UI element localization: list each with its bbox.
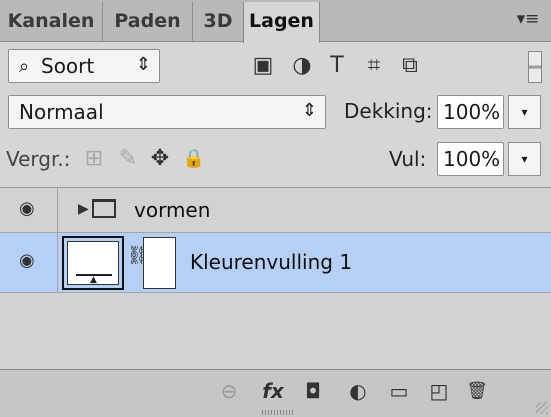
lock-all-icon[interactable]: 🔒 bbox=[180, 145, 208, 173]
filter-toggle-switch[interactable] bbox=[528, 51, 542, 83]
folder-icon bbox=[92, 199, 116, 218]
fill-thumbnail-icon: ▲ bbox=[67, 241, 119, 285]
layer-mask-thumbnail[interactable] bbox=[143, 237, 176, 289]
adjustment-filter-icon[interactable]: ◑ bbox=[287, 51, 317, 81]
lock-transparency-icon[interactable]: ⊞ bbox=[80, 145, 108, 173]
layer-row-fill[interactable]: ◉ ▲ ⛓ Kleurenvulling 1 bbox=[0, 233, 551, 293]
visibility-toggle[interactable]: ◉ bbox=[0, 233, 58, 292]
fx-icon[interactable]: fx bbox=[258, 377, 288, 405]
delete-icon[interactable]: 🗑 bbox=[462, 377, 492, 405]
layers-list: ◉ ▶ vormen ◉ ▲ ⛓ Kleurenvulling 1 bbox=[0, 187, 551, 369]
layer-name[interactable]: Kleurenvulling 1 bbox=[190, 250, 352, 274]
expand-triangle-icon[interactable]: ▶ bbox=[78, 201, 89, 217]
opacity-label: Dekking: bbox=[344, 99, 433, 123]
type-filter-icon[interactable]: T bbox=[322, 51, 352, 81]
eye-icon: ◉ bbox=[19, 198, 35, 219]
fill-value: 100% bbox=[443, 147, 501, 171]
new-group-icon[interactable]: ▭ bbox=[384, 377, 414, 405]
opacity-input[interactable]: 100% bbox=[437, 95, 504, 129]
fill-dropdown-button[interactable]: ▾ bbox=[508, 142, 541, 176]
layer-mask-icon[interactable]: ◘ bbox=[298, 377, 328, 405]
select-arrows-icon: ⇕ bbox=[135, 54, 151, 75]
panel-tab-bar: Kanalen Paden 3D Lagen ▾≡ bbox=[0, 0, 551, 43]
eye-icon: ◉ bbox=[19, 250, 35, 271]
opacity-dropdown-button[interactable]: ▾ bbox=[508, 95, 541, 129]
tab-paden[interactable]: Paden bbox=[103, 2, 193, 42]
layers-bottom-toolbar: ⊖ fx ◘ ◐ ▭ ◰ 🗑 bbox=[0, 369, 551, 417]
blend-mode-select[interactable]: Normaal ⇕ bbox=[8, 95, 326, 129]
filter-kind-label: Soort bbox=[41, 54, 95, 78]
lock-paint-icon[interactable]: ✎ bbox=[114, 145, 142, 173]
link-layers-icon[interactable]: ⊖ bbox=[214, 377, 244, 405]
fill-input[interactable]: 100% bbox=[437, 142, 504, 176]
filter-kind-select[interactable]: ⌕ Soort ⇕ bbox=[8, 49, 160, 83]
search-icon: ⌕ bbox=[19, 56, 30, 77]
image-filter-icon[interactable]: ▣ bbox=[248, 51, 278, 81]
blend-mode-label: Normaal bbox=[19, 100, 104, 124]
smart-object-filter-icon[interactable]: ⧉ bbox=[395, 51, 425, 81]
fill-label: Vul: bbox=[389, 147, 427, 171]
new-layer-icon[interactable]: ◰ bbox=[424, 377, 454, 405]
panel-menu-icon[interactable]: ▾≡ bbox=[513, 8, 543, 32]
select-arrows-icon: ⇕ bbox=[301, 100, 317, 121]
layer-thumbnail[interactable]: ▲ bbox=[62, 236, 124, 290]
panel-resize-grip[interactable] bbox=[262, 410, 294, 415]
visibility-toggle[interactable]: ◉ bbox=[0, 188, 58, 232]
lock-label: Vergr.: bbox=[6, 147, 71, 171]
tab-lagen[interactable]: Lagen bbox=[243, 2, 320, 43]
layer-row-group[interactable]: ◉ ▶ vormen bbox=[0, 188, 551, 233]
lock-position-icon[interactable]: ✥ bbox=[146, 145, 174, 173]
shape-filter-icon[interactable]: ⌗ bbox=[359, 51, 389, 81]
adjustment-layer-icon[interactable]: ◐ bbox=[343, 377, 373, 405]
tab-3d[interactable]: 3D bbox=[193, 2, 243, 42]
corner-resize-handle[interactable] bbox=[536, 402, 548, 414]
opacity-value: 100% bbox=[443, 100, 501, 124]
layer-name[interactable]: vormen bbox=[134, 198, 210, 222]
tab-kanalen[interactable]: Kanalen bbox=[0, 2, 103, 42]
